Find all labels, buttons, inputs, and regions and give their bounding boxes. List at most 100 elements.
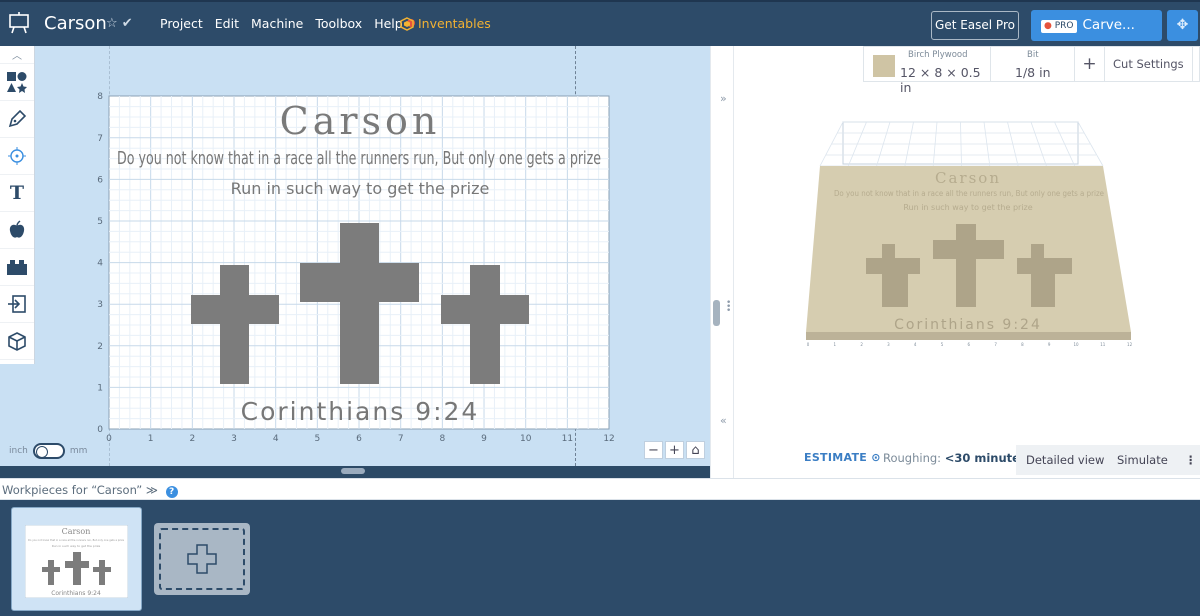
x-tick-label: 0: [106, 434, 112, 444]
preview-tick-label: 2: [860, 342, 863, 347]
add-workpiece-button[interactable]: [154, 523, 250, 595]
estimate-label[interactable]: ESTIMATE ⊙: [804, 451, 881, 464]
plus-icon: [187, 544, 217, 574]
zoom-out-button[interactable]: −: [644, 441, 663, 459]
horizontal-scrollbar[interactable]: [341, 468, 365, 474]
expand-icon[interactable]: ✥: [1167, 10, 1198, 41]
y-tick-label: 1: [97, 383, 103, 393]
add-workpiece-frame: [159, 528, 245, 590]
add-bit-button[interactable]: +: [1075, 47, 1105, 81]
get-easel-pro-button[interactable]: Get Easel Pro: [931, 11, 1019, 40]
preview-tick-label: 7: [994, 342, 997, 347]
preview-footer: Corinthians 9:24: [894, 317, 1042, 333]
y-tick-label: 5: [97, 217, 103, 227]
design-verse-line1[interactable]: Do you not know that in a race all the r…: [117, 148, 601, 169]
carve-button[interactable]: ● PRO Carve...: [1031, 10, 1162, 41]
help-icon[interactable]: ?: [165, 486, 178, 498]
x-tick-label: 2: [189, 434, 195, 444]
x-tick-label: 6: [356, 434, 362, 444]
home-icon[interactable]: ⌂: [686, 441, 705, 459]
preview-line2: Run in such way to get the prize: [903, 203, 1032, 212]
zoom-controls: − + ⌂: [644, 441, 705, 459]
preview-tick-label: 1: [834, 342, 837, 347]
bit-label: Bit: [1027, 50, 1039, 60]
x-tick-label: 12: [603, 434, 614, 444]
pro-badge-label: PRO: [1054, 21, 1074, 31]
y-tick-label: 6: [97, 175, 103, 185]
thumb-line1: Do you not know that in a race all the r…: [28, 538, 124, 542]
simulate-button[interactable]: Simulate: [1107, 445, 1178, 475]
thumb-footer: Corinthians 9:24: [51, 590, 101, 597]
chevron-left-icon[interactable]: «: [720, 414, 727, 427]
preview-tick-label: 3: [887, 342, 890, 347]
unit-inch-label: inch: [9, 446, 28, 456]
material-bar: Birch Plywood 12 × 8 × 0.5 in Bit 1/8 in…: [863, 46, 1200, 95]
preview-tick-label: 4: [914, 342, 917, 347]
preview-title: Carson: [935, 169, 1001, 187]
thumb-line2: Run in such way to get the prize: [52, 544, 101, 548]
preview-tick-label: 9: [1048, 342, 1051, 347]
roughing-value: <30 minutes: [944, 451, 1027, 465]
x-tick-label: 11: [562, 434, 573, 444]
3d-preview[interactable]: Carson Do you not know that in a race al…: [800, 116, 1140, 348]
material-selector[interactable]: Birch Plywood 12 × 8 × 0.5 in: [864, 47, 991, 95]
preview-board-edge: [806, 332, 1131, 340]
preview-tick-label: 0: [807, 342, 810, 347]
x-tick-label: 4: [273, 434, 279, 444]
pro-badge: ● PRO: [1041, 20, 1077, 33]
carve-label: Carve...: [1082, 17, 1135, 33]
roughing-estimate: Roughing: <30 minutes: [883, 451, 1027, 465]
x-tick-label: 7: [398, 434, 404, 444]
y-tick-label: 4: [97, 259, 103, 269]
y-tick-label: 0: [97, 425, 103, 435]
clock-icon: ⊙: [871, 451, 881, 464]
design-verse-line2[interactable]: Run in such way to get the prize: [231, 179, 490, 198]
thumb-title: Carson: [62, 527, 91, 536]
chevron-down-icon[interactable]: ≫: [146, 483, 158, 497]
cut-settings-button[interactable]: Cut Settings: [1105, 47, 1193, 81]
unit-switch[interactable]: [32, 443, 65, 459]
chevron-right-icon[interactable]: »: [720, 92, 727, 105]
y-tick-label: 7: [97, 134, 103, 144]
preview-tick-label: 8: [1021, 342, 1024, 347]
x-tick-label: 5: [314, 434, 320, 444]
workpieces-title[interactable]: Workpieces for “Carson” ≫ ?: [2, 483, 178, 498]
bit-value: 1/8 in: [1015, 65, 1051, 80]
material-dimensions: 12 × 8 × 0.5 in: [900, 65, 981, 95]
x-tick-label: 9: [481, 434, 487, 444]
workpiece-preview: Carson Do you not know that in a race al…: [25, 525, 128, 598]
design-footer[interactable]: Corinthians 9:24: [241, 397, 480, 426]
x-tick-label: 10: [520, 434, 532, 444]
unit-toggle: inch mm: [9, 443, 87, 459]
drag-handle-icon[interactable]: • • •: [726, 299, 731, 316]
y-tick-label: 2: [97, 342, 103, 352]
y-tick-label: 8: [97, 92, 103, 102]
vertical-scrollbar[interactable]: [713, 300, 720, 326]
x-tick-label: 8: [439, 434, 445, 444]
workpiece-thumbnail[interactable]: Carson Do you not know that in a race al…: [11, 507, 142, 611]
unit-mm-label: mm: [69, 446, 88, 456]
y-tick-label: 3: [97, 300, 103, 310]
preview-grid: [819, 121, 1104, 167]
design-title[interactable]: Carson: [280, 99, 441, 143]
panel-divider[interactable]: » • • • «: [710, 46, 734, 478]
workpieces-bar: Workpieces for “Carson” ≫ ?: [0, 478, 1200, 500]
preview-tick-label: 5: [941, 342, 944, 347]
detailed-view-button[interactable]: Detailed view: [1016, 445, 1115, 475]
preview-line1: Do you not know that in a race all the r…: [834, 189, 1104, 198]
x-tick-label: 1: [148, 434, 154, 444]
more-options-icon[interactable]: ⋮: [1177, 445, 1200, 475]
workpieces-label: Workpieces for “Carson”: [2, 483, 143, 497]
material-swatch: [873, 55, 895, 77]
preview-tick-label: 6: [968, 342, 971, 347]
design-canvas[interactable]: 0 1 2 3 4 5 6 7 8 9 10 11 12012345678 Carson Do you …: [0, 0, 710, 466]
bit-selector[interactable]: Bit 1/8 in: [991, 47, 1075, 81]
preview-tick-label: 11: [1100, 342, 1106, 347]
zoom-in-button[interactable]: +: [665, 441, 684, 459]
material-name: Birch Plywood: [908, 50, 968, 60]
preview-tick-label: 12: [1127, 342, 1133, 347]
preview-ruler: 0 1 2 3 4 5 6 7 8 9 10 11 12: [807, 342, 1133, 347]
workpieces-area: Carson Do you not know that in a race al…: [0, 500, 1200, 616]
estimate-text: ESTIMATE: [804, 451, 868, 464]
x-tick-label: 3: [231, 434, 237, 444]
